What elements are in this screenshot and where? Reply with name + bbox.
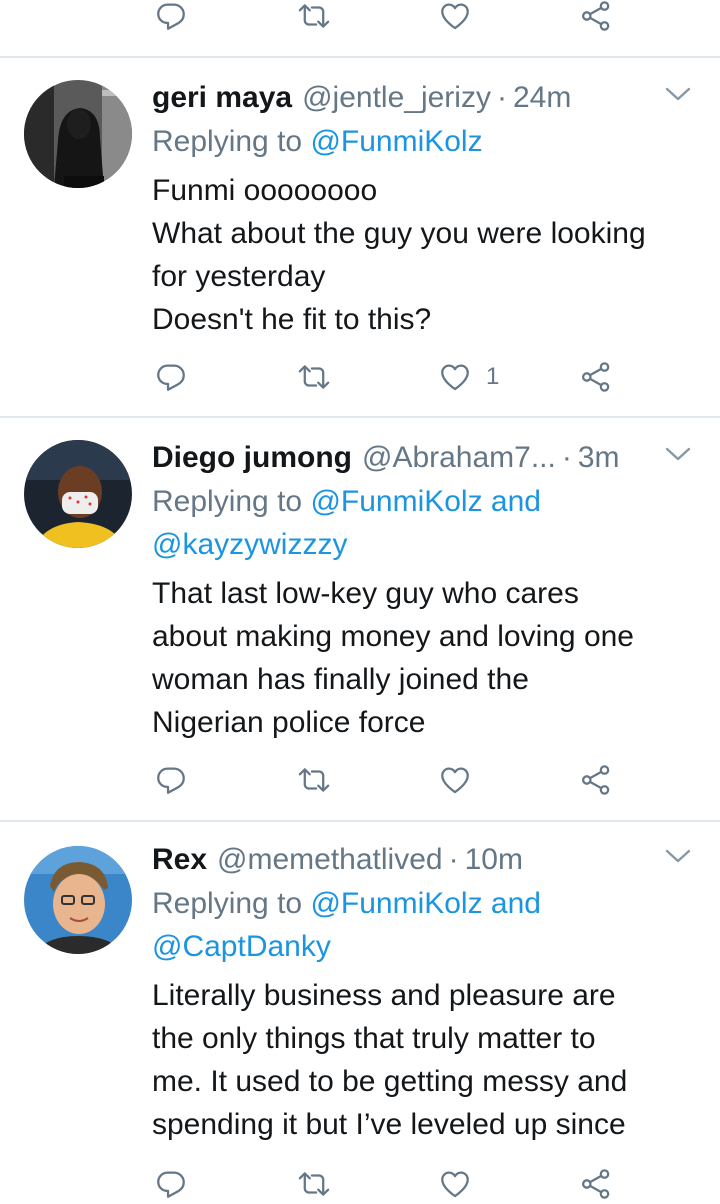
user-handle[interactable]: @Abraham7... [362,441,556,475]
share-icon [579,360,613,394]
retweet-button[interactable] [297,0,331,36]
share-button[interactable] [579,1164,613,1204]
reply-button[interactable] [154,357,188,397]
timestamp[interactable]: 10m [465,843,523,877]
tweet-header: geri maya @jentle_jerizy · 24m [152,76,696,120]
heart-icon [438,763,472,797]
reply-button[interactable] [154,1164,188,1204]
avatar[interactable] [24,440,132,548]
mention-link[interactable]: @FunmiKolz [310,125,482,158]
timestamp[interactable]: 24m [513,81,571,115]
retweet-button[interactable] [297,1164,331,1204]
chevron-down-icon[interactable] [664,444,692,464]
reply-icon [154,0,188,33]
tweet-actions-previous [0,0,720,36]
share-icon [579,1167,613,1201]
tweet-text: That last low-key guy who cares about ma… [152,577,634,739]
retweet-button[interactable] [297,760,331,800]
user-name[interactable]: Diego jumong [152,441,352,475]
mention-link[interactable]: @kayzywizzzy [152,528,347,561]
heart-icon [438,1167,472,1201]
share-button[interactable] [579,0,613,36]
user-name[interactable]: Rex [152,843,207,877]
reply-icon [154,360,188,394]
tweet-header: Diego jumong @Abraham7... · 3m [152,436,696,480]
share-button[interactable] [579,760,613,800]
like-button[interactable] [438,1164,486,1204]
heart-icon [438,360,472,394]
like-button[interactable] [438,760,486,800]
tweet-actions: 1 [0,357,720,397]
tweet-text: Literally business and pleasure are the … [152,979,628,1141]
mention-link[interactable]: @FunmiKolz and [310,485,541,518]
retweet-icon [297,1167,331,1201]
timestamp[interactable]: 3m [578,441,620,475]
tweet[interactable]: Rex @memethatlived · 10m Replying to @Fu… [0,822,720,1190]
reply-button[interactable] [154,760,188,800]
tweet-header: Rex @memethatlived · 10m [152,838,696,882]
mention-link[interactable]: @CaptDanky [152,930,331,963]
retweet-icon [297,763,331,797]
chevron-down-icon[interactable] [664,84,692,104]
reply-button[interactable] [154,0,188,36]
retweet-icon [297,0,331,33]
reply-icon [154,1167,188,1201]
user-handle[interactable]: @memethatlived [217,843,443,877]
avatar[interactable] [24,80,132,188]
replying-to: Replying to @FunmiKolz and @kayzywizzzy [152,485,541,561]
tweet-text: Funmi oooooooo What about the guy you we… [152,174,646,336]
like-count: 1 [486,363,500,390]
retweet-button[interactable] [297,357,331,397]
share-icon [579,763,613,797]
tweet-actions [0,760,720,800]
reply-icon [154,763,188,797]
like-button[interactable] [438,0,486,36]
like-button[interactable]: 1 [438,357,499,397]
mention-link[interactable]: @FunmiKolz and [310,887,541,920]
share-icon [579,0,613,33]
heart-icon [438,0,472,33]
share-button[interactable] [579,357,613,397]
avatar[interactable] [24,846,132,954]
user-name[interactable]: geri maya [152,81,292,115]
chevron-down-icon[interactable] [664,846,692,866]
replying-to: Replying to @FunmiKolz and @CaptDanky [152,887,541,963]
replying-to: Replying to @FunmiKolz [152,125,483,158]
retweet-icon [297,360,331,394]
user-handle[interactable]: @jentle_jerizy [302,81,491,115]
tweet-actions [0,1164,720,1204]
